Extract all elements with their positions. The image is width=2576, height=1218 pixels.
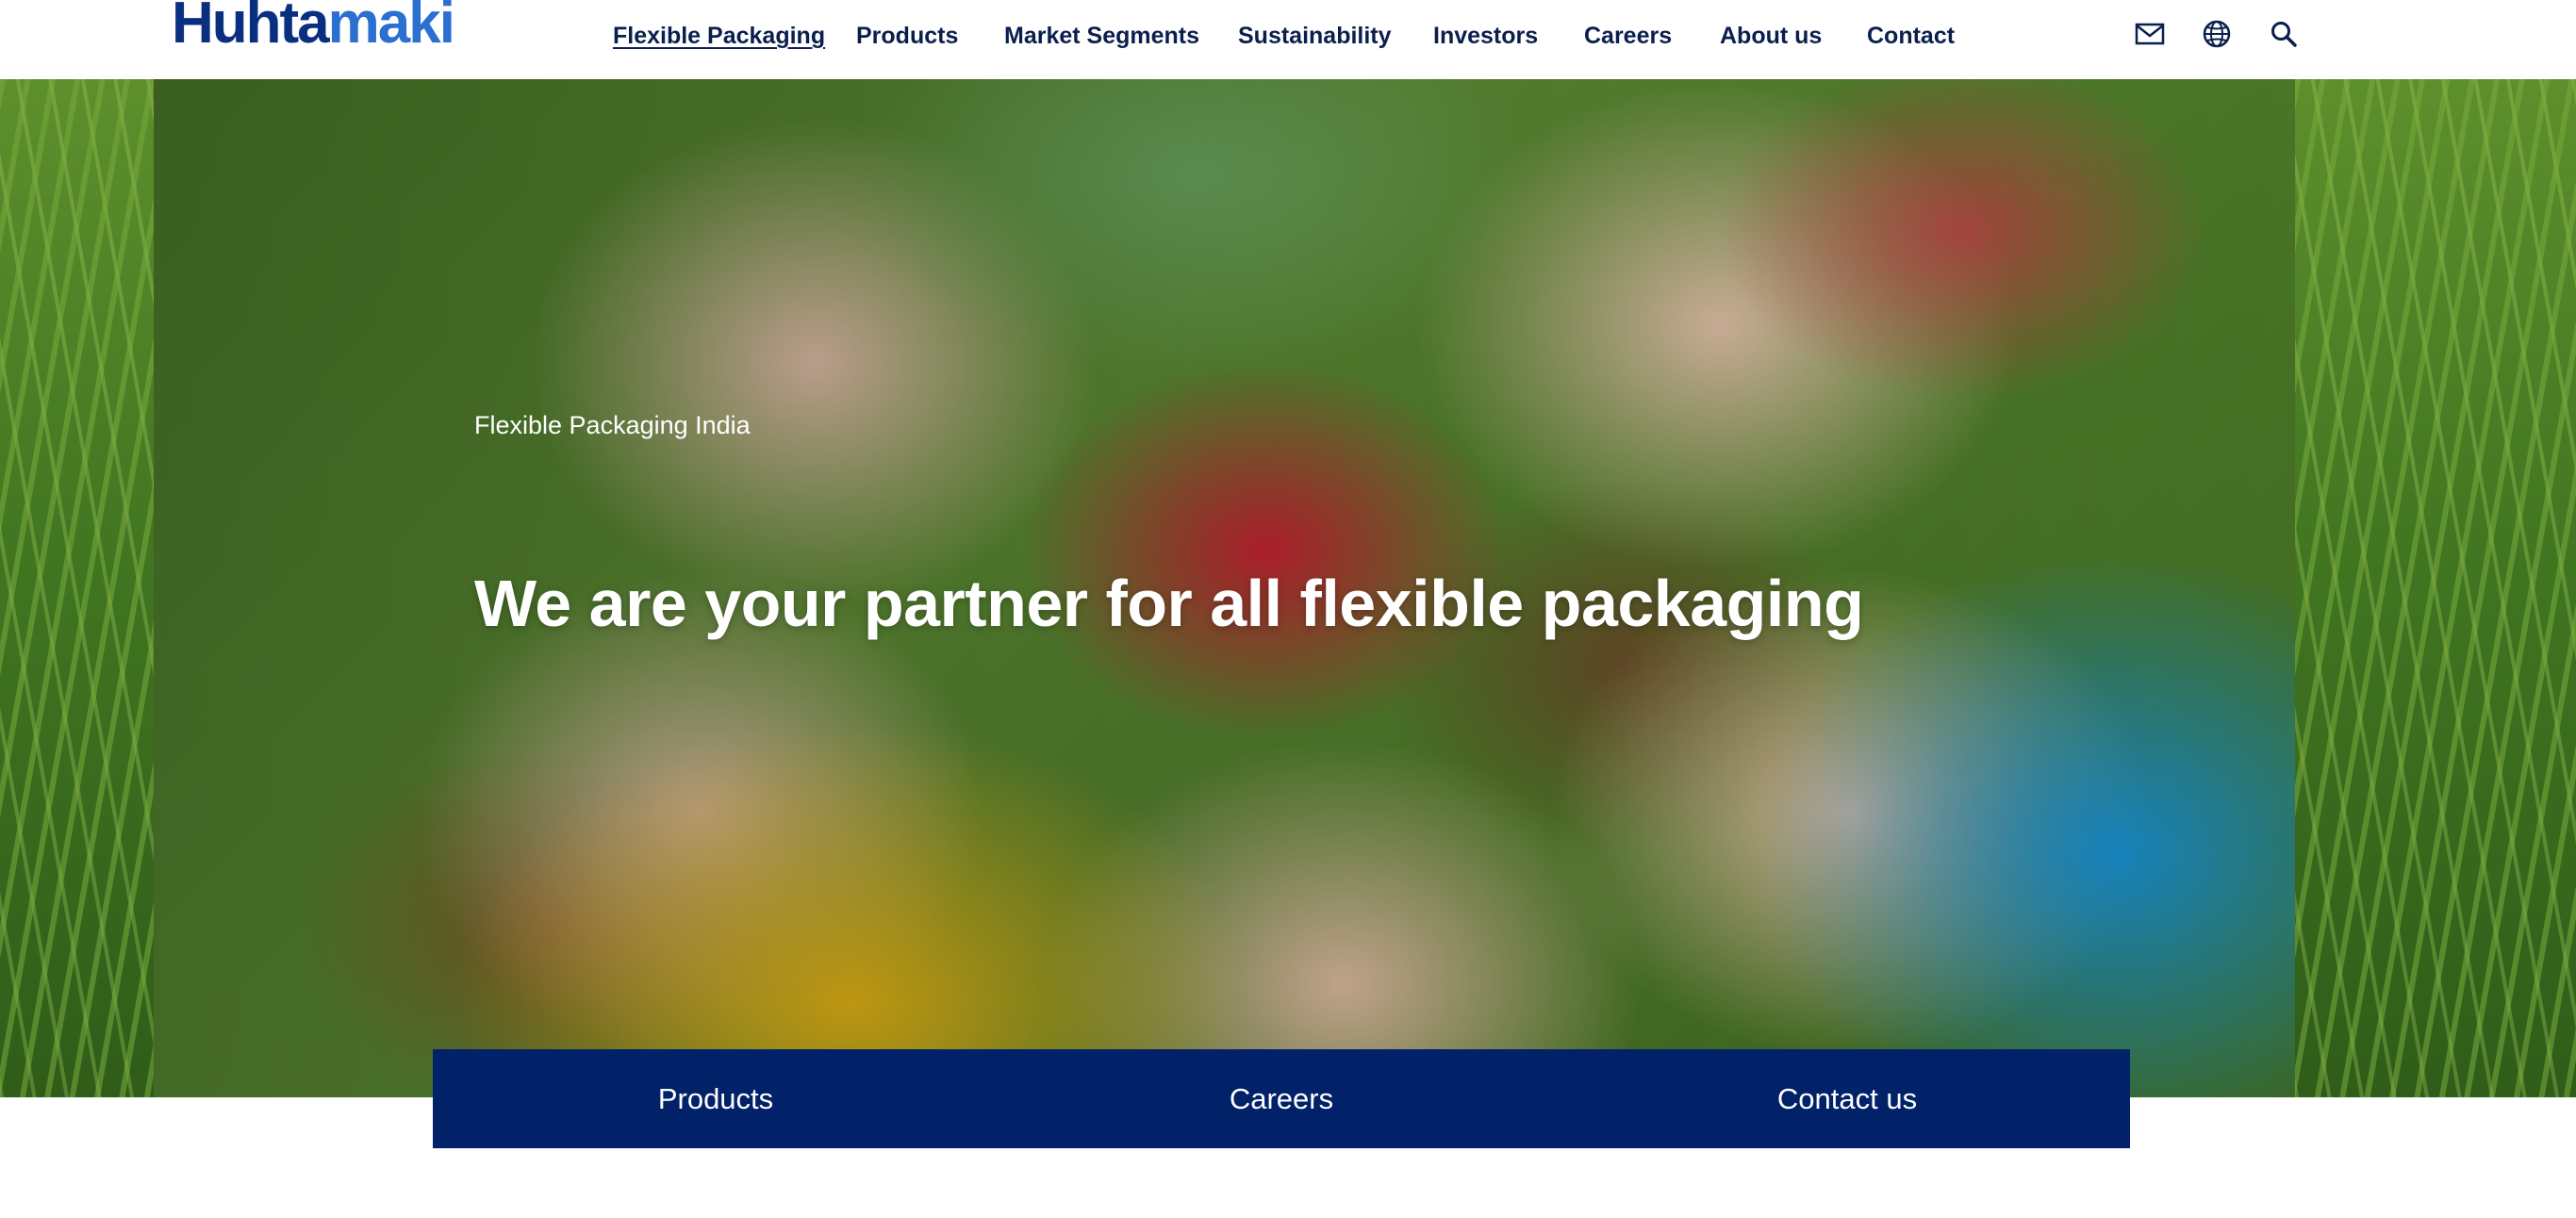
search-icon[interactable] <box>2267 17 2301 51</box>
hero-title: We are your partner for all flexible pac… <box>474 567 1864 640</box>
globe-icon[interactable] <box>2200 17 2234 51</box>
nav-products[interactable]: Products <box>856 21 958 51</box>
nav-contact[interactable]: Contact <box>1867 21 1955 51</box>
quick-link-careers[interactable]: Careers <box>999 1049 1564 1148</box>
hero-background-grass-left <box>0 79 154 1097</box>
logo-text-dark: Huhta <box>172 0 330 56</box>
nav-market-segments[interactable]: Market Segments <box>1004 21 1199 51</box>
logo-text-light[interactable]: maki <box>328 0 455 56</box>
huhtamaki-logo[interactable]: Huhtamaki <box>172 0 455 56</box>
nav-investors[interactable]: Investors <box>1433 21 1538 51</box>
hero-eyebrow: Flexible Packaging India <box>474 411 751 439</box>
nav-sustainability[interactable]: Sustainability <box>1238 21 1392 51</box>
site-header: Huhtamaki Flexible Packaging Products Ma… <box>0 0 2576 79</box>
nav-careers[interactable]: Careers <box>1584 21 1672 51</box>
hero-background-grass-right <box>2295 79 2576 1097</box>
quick-link-products[interactable]: Products <box>433 1049 999 1148</box>
nav-about-us[interactable]: About us <box>1720 21 1822 51</box>
quick-links-bar: Products Careers Contact us <box>433 1049 2130 1148</box>
mail-icon[interactable] <box>2133 17 2167 51</box>
nav-flexible-packaging[interactable]: Flexible Packaging <box>613 21 825 51</box>
quick-link-contact-us[interactable]: Contact us <box>1564 1049 2130 1148</box>
